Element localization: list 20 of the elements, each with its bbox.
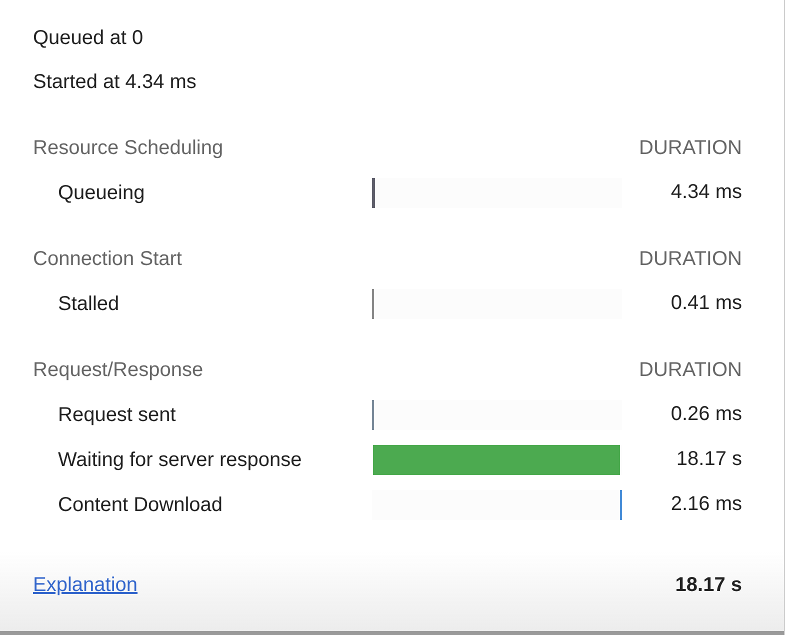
duration-value: 18.17 s — [675, 448, 742, 471]
section-title: Request/Response — [33, 358, 204, 383]
timing-summary: Queued at 0 — [33, 26, 144, 51]
phase-label: Waiting for server response — [58, 448, 303, 472]
phase-label: Stalled — [58, 292, 120, 316]
column-header: DURATION — [639, 136, 742, 161]
column-header: DURATION — [639, 358, 742, 383]
column-header: DURATION — [639, 247, 742, 272]
section-title: Resource Scheduling — [33, 136, 224, 161]
explanation-link[interactable]: Explanation — [33, 574, 138, 596]
total-duration: 18.17 s — [675, 574, 742, 596]
timing-summary: Started at 4.34 ms — [33, 70, 198, 95]
phase-label: Content Download — [58, 492, 224, 518]
duration-value: 0.26 ms — [670, 403, 742, 426]
duration-value: 4.34 ms — [670, 181, 742, 204]
duration-value: 2.16 ms — [670, 493, 742, 516]
phase-label: Request sent — [58, 402, 177, 428]
phase-label: Queueing — [58, 180, 146, 206]
section-title: Connection Start — [33, 247, 182, 272]
duration-value: 0.41 ms — [670, 292, 742, 315]
